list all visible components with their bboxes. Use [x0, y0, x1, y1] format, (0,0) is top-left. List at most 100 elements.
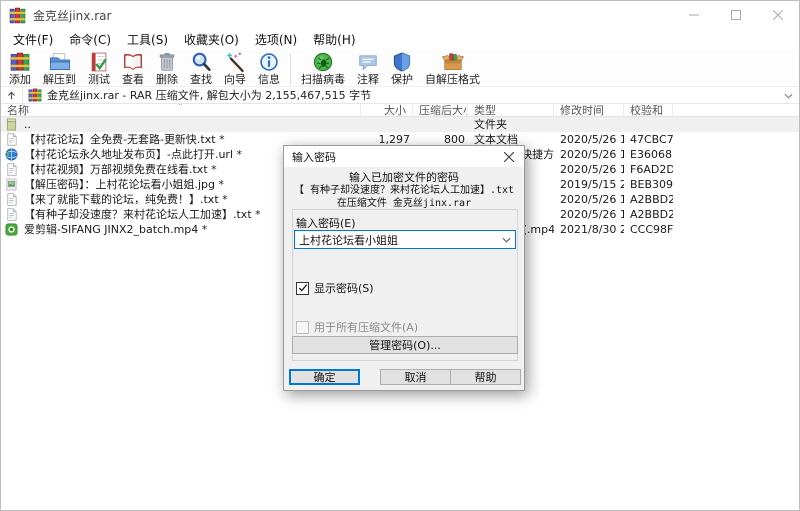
toolbar-button-virus-scan[interactable]: 扫描病毒 — [295, 51, 351, 87]
dialog-title: 输入密码 — [292, 149, 336, 165]
menu-item-options[interactable]: 选项(N) — [247, 29, 305, 50]
dialog-file-name: 【 有种子却没速度？来村花论坛人工加速】.txt — [284, 184, 524, 197]
file-name-text: 【村花论坛】全免费-无套路-更新快.txt * — [24, 132, 225, 147]
toolbar-button-find[interactable]: 查找 — [184, 51, 218, 87]
file-name-text: 爱剪辑-SIFANG JINX2_batch.mp4 * — [24, 222, 207, 237]
file-name-text: 【村花视频】万部视频免费在线看.txt * — [24, 162, 217, 177]
toolbar-divider — [290, 53, 291, 85]
column-header[interactable]: 大小 — [361, 104, 413, 116]
toolbar-button-label: 扫描病毒 — [301, 74, 345, 86]
toolbar-button-sfx[interactable]: 自解压格式 — [419, 51, 486, 87]
maximize-button[interactable] — [715, 1, 757, 29]
file-checksum-cell: A2BBD2... — [624, 207, 673, 222]
toolbar-button-delete[interactable]: 删除 — [150, 51, 184, 87]
toolbar-button-label: 删除 — [156, 74, 178, 86]
menu-item-file[interactable]: 文件(F) — [5, 29, 61, 50]
add-books-icon — [9, 51, 31, 73]
dialog-close-button[interactable] — [494, 146, 524, 167]
address-bar: 金克丝jinx.rar - RAR 压缩文件, 解包大小为 2,155,467,… — [1, 87, 799, 104]
column-header[interactable]: 修改时间 — [554, 104, 624, 116]
sfx-box-icon — [442, 51, 464, 73]
file-checksum-cell: A2BBD2... — [624, 192, 673, 207]
table-header-row: 名称⌃大小压缩后大小类型修改时间校验和 — [1, 104, 799, 117]
magic-wand-icon — [224, 51, 246, 73]
file-checksum-cell — [624, 117, 673, 132]
window-title: 金克丝jinx.rar — [33, 7, 111, 24]
column-header[interactable]: 校验和 — [624, 104, 673, 116]
toolbar-button-view[interactable]: 查看 — [116, 51, 150, 87]
file-checksum-cell: 47CBC7CF — [624, 132, 673, 147]
file-row[interactable]: ..文件夹 — [1, 117, 799, 132]
all-archives-checkbox[interactable]: 用于所有压缩文件(A) — [296, 319, 418, 335]
toolbar-button-label: 向导 — [224, 74, 246, 86]
text-file-icon — [5, 193, 18, 206]
menu-bar: 文件(F)命令(C)工具(S)收藏夹(O)选项(N)帮助(H) — [1, 29, 799, 50]
file-name-cell: .. — [1, 117, 361, 132]
password-input[interactable]: 上村花论坛看小姐姐 — [294, 230, 516, 249]
file-packed-cell — [413, 117, 468, 132]
extract-folder-icon — [49, 51, 71, 73]
file-name-text: 【解压密码】：上村花论坛看小姐姐.jpg * — [24, 177, 224, 192]
winrar-app-icon — [9, 7, 26, 24]
password-dialog: 输入密码 输入已加密文件的密码 【 有种子却没速度？来村花论坛人工加速】.txt… — [283, 145, 525, 391]
menu-item-favorites[interactable]: 收藏夹(O) — [176, 29, 247, 50]
toolbar-button-extract[interactable]: 解压到 — [37, 51, 82, 87]
archive-path-field[interactable]: 金克丝jinx.rar - RAR 压缩文件, 解包大小为 2,155,467,… — [23, 87, 799, 103]
title-bar: 金克丝jinx.rar — [1, 1, 799, 29]
image-file-icon — [5, 178, 18, 191]
menu-item-tools[interactable]: 工具(S) — [119, 29, 176, 50]
help-button[interactable]: 帮助 — [450, 369, 521, 385]
manage-passwords-button[interactable]: 管理密码(O)... — [292, 336, 518, 354]
archive-icon — [28, 88, 42, 102]
toolbar-button-label: 注释 — [357, 74, 379, 86]
toolbar-button-info[interactable]: 信息 — [252, 51, 286, 87]
magnifier-icon — [190, 51, 212, 73]
column-header[interactable]: 类型 — [468, 104, 554, 116]
toolbar-button-test[interactable]: 测试 — [82, 51, 116, 87]
comment-icon — [357, 51, 379, 73]
url-file-icon — [5, 148, 18, 161]
info-circle-icon — [258, 51, 280, 73]
archive-path-text: 金克丝jinx.rar - RAR 压缩文件, 解包大小为 2,155,467,… — [47, 87, 371, 103]
column-header[interactable]: 名称⌃ — [1, 104, 361, 116]
file-modified-cell: 2021/8/30 23:... — [554, 222, 624, 237]
all-archives-label: 用于所有压缩文件(A) — [314, 319, 418, 335]
cancel-button[interactable]: 取消 — [380, 369, 451, 385]
checkbox-unchecked-icon — [296, 321, 309, 334]
test-check-icon — [88, 51, 110, 73]
address-dropdown-icon[interactable] — [784, 88, 799, 102]
minimize-button[interactable] — [673, 1, 715, 29]
text-file-icon — [5, 208, 18, 221]
file-name-text: 【村花论坛永久地址发布页】-点此打开.url * — [24, 147, 242, 162]
toolbar-button-wizard[interactable]: 向导 — [218, 51, 252, 87]
column-header[interactable]: 压缩后大小 — [413, 104, 468, 116]
file-checksum-cell: BEB309C7 — [624, 177, 673, 192]
file-checksum-cell: CCC98F8E — [624, 222, 673, 237]
ok-button[interactable]: 确定 — [289, 369, 360, 385]
up-directory-button[interactable] — [1, 87, 23, 103]
menu-item-commands[interactable]: 命令(C) — [61, 29, 119, 50]
toolbar-button-label: 添加 — [9, 74, 31, 86]
password-dropdown-icon[interactable] — [497, 237, 515, 243]
close-button[interactable] — [757, 1, 799, 29]
file-name-text: 【有种子却没速度？来村花论坛人工加速】.txt * — [24, 207, 261, 222]
toolbar: 添加解压到测试查看删除查找向导信息 扫描病毒注释保护自解压格式 — [1, 50, 799, 87]
password-label: 输入密码(E) — [296, 215, 356, 231]
text-file-icon — [5, 163, 18, 176]
virus-scan-icon — [312, 51, 334, 73]
toolbar-button-add[interactable]: 添加 — [3, 51, 37, 87]
file-modified-cell: 2020/5/26 11:... — [554, 192, 624, 207]
checkbox-checked-icon — [296, 282, 309, 295]
toolbar-button-label: 信息 — [258, 74, 280, 86]
show-password-label: 显示密码(S) — [314, 280, 374, 296]
menu-item-help[interactable]: 帮助(H) — [305, 29, 363, 50]
toolbar-button-protect[interactable]: 保护 — [385, 51, 419, 87]
file-name-text: 【来了就能下载的论坛，纯免费！】.txt * — [24, 192, 228, 207]
dialog-message: 输入已加密文件的密码 【 有种子却没速度？来村花论坛人工加速】.txt 在压缩文… — [284, 171, 524, 210]
toolbar-button-label: 查找 — [190, 74, 212, 86]
video-file-icon — [5, 223, 18, 236]
show-password-checkbox[interactable]: 显示密码(S) — [296, 280, 374, 296]
toolbar-button-comment[interactable]: 注释 — [351, 51, 385, 87]
file-modified-cell: 2020/5/26 11:... — [554, 132, 624, 147]
shield-icon — [391, 51, 413, 73]
